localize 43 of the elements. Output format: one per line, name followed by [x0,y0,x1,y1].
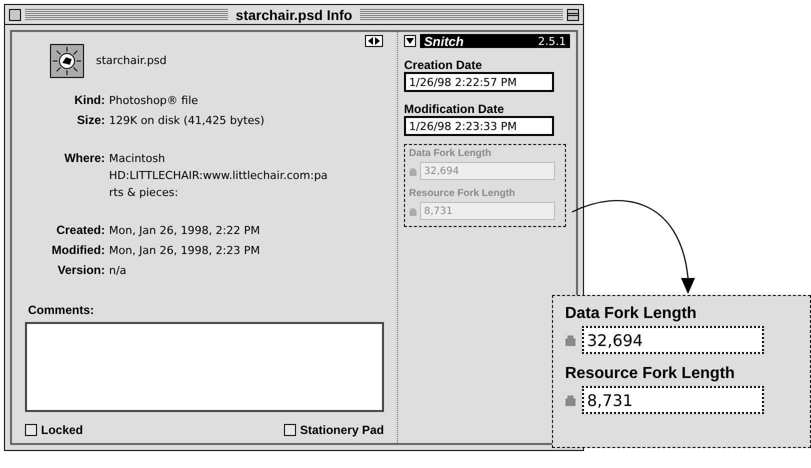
snitch-version: 2.5.1 [538,36,566,46]
lock-icon [565,334,576,346]
info-value: n/a [108,263,126,279]
comments-field[interactable] [25,322,384,412]
fork-label: Data Fork Length [409,148,492,160]
info-label: Kind: [73,92,105,109]
close-box[interactable] [9,8,21,20]
collapse-box[interactable] [567,8,580,20]
snitch-title: Snitch [424,34,464,48]
info-label: Version: [56,262,105,279]
date-label: Modification Date [404,102,506,116]
title-bar-stripes[interactable] [25,9,228,20]
fork-label: Data Fork Length [565,304,698,324]
info-value: Mon, Jan 26, 1998, 2:23 PM [108,243,260,259]
comments-label: Comments: [28,302,96,319]
info-label: Where: [63,150,105,167]
info-value: Macintosh HD:LITTLECHAIR:www.littlechair.com:pa rts & pieces: [108,151,328,201]
lock-icon [409,206,417,216]
date-field[interactable]: 1/26/98 2:22:57 PM [404,72,554,92]
checkbox[interactable] [25,424,37,436]
fork-field[interactable]: 32,694 [582,326,764,354]
checkbox-label: Locked [41,422,84,439]
info-label: Modified: [50,242,105,259]
file-icon [50,44,84,78]
left-right-arrows-icon[interactable] [365,35,383,47]
date-label: Creation Date [404,58,484,72]
window-title: starchair.psd Info [234,8,354,22]
info-label: Created: [55,222,105,239]
info-value: 129K on disk (41,425 bytes) [108,113,264,129]
fork-field[interactable]: 8,731 [582,386,764,414]
lock-icon [565,394,576,406]
date-field[interactable]: 1/26/98 2:23:33 PM [404,116,554,136]
info-label: Size: [76,112,105,129]
lock-icon [409,166,417,176]
fork-label: Resource Fork Length [409,188,516,200]
triangle-down-icon [406,38,414,44]
fork-label: Resource Fork Length [565,364,736,384]
checkbox-label: Stationery Pad [300,422,384,439]
file-name: starchair.psd [96,52,167,69]
title-bar-stripes[interactable] [360,9,564,20]
info-value: Mon, Jan 26, 1998, 2:22 PM [108,223,260,239]
info-value: Photoshop® file [108,93,198,109]
checkbox[interactable] [284,424,296,436]
